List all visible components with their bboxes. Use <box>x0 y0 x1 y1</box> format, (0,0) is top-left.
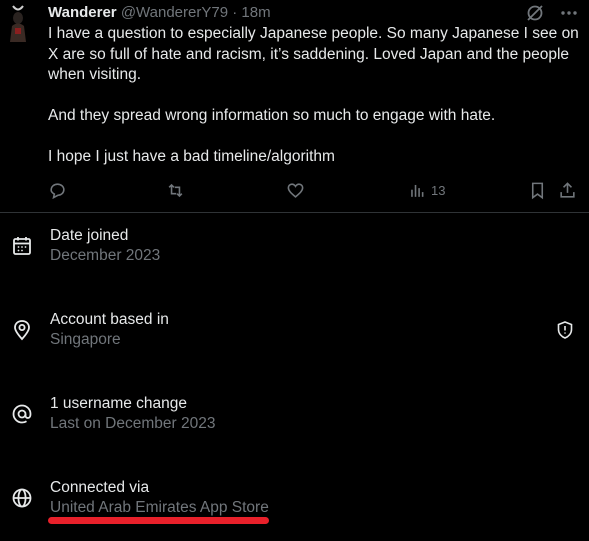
highlight-underline <box>48 517 269 524</box>
post[interactable]: Wanderer @WandererY79 · 18m I have a que… <box>0 0 589 212</box>
connected-via-label: Connected via <box>50 479 150 496</box>
post-paragraph: I have a question to especially Japanese… <box>48 25 579 83</box>
repost-icon <box>168 183 183 197</box>
post-text: I have a question to especially Japanese… <box>48 24 580 188</box>
post-header: Wanderer @WandererY79 · 18m <box>48 3 529 23</box>
grok-icon[interactable] <box>525 3 545 23</box>
date-joined-value: December 2023 <box>50 247 161 264</box>
views-icon <box>411 184 424 197</box>
like-button[interactable] <box>286 178 305 202</box>
divider <box>0 212 589 213</box>
account-based-in-label: Account based in <box>50 311 169 328</box>
post-header-icons <box>525 3 579 23</box>
bookmark-button[interactable] <box>528 178 547 202</box>
post-paragraph: I hope I just have a bad timeline/algori… <box>48 148 335 165</box>
repost-button[interactable] <box>166 178 185 202</box>
shield-alert-icon[interactable] <box>555 320 575 340</box>
username-change-label: 1 username change <box>50 395 188 412</box>
reply-icon <box>50 182 65 199</box>
reply-button[interactable] <box>48 178 67 202</box>
like-icon <box>287 182 304 198</box>
author-handle[interactable]: @WandererY79 <box>121 4 228 21</box>
views-button[interactable]: 13 <box>408 178 445 202</box>
views-count: 13 <box>431 182 446 198</box>
post-time[interactable]: 18m <box>241 4 270 21</box>
info-connected-via: Connected via United Arab Emirates App S… <box>0 477 589 537</box>
post-actions: 13 <box>40 178 585 202</box>
date-joined-label: Date joined <box>50 227 129 244</box>
connected-via-value: United Arab Emirates App Store <box>50 499 269 516</box>
share-button[interactable] <box>558 178 577 202</box>
globe-icon <box>10 486 34 510</box>
more-options-icon[interactable] <box>559 3 579 23</box>
username-change-value: Last on December 2023 <box>50 415 216 432</box>
info-date-joined: Date joined December 2023 <box>0 225 589 285</box>
post-paragraph: And they spread wrong information so muc… <box>48 107 496 124</box>
info-account-based-in: Account based in Singapore <box>0 309 589 369</box>
account-based-in-value: Singapore <box>50 331 121 348</box>
avatar[interactable] <box>6 4 30 44</box>
location-pin-icon <box>10 318 34 342</box>
at-sign-icon <box>10 402 34 426</box>
separator: · <box>232 4 238 21</box>
bookmark-icon <box>531 182 544 199</box>
calendar-icon <box>10 234 34 258</box>
author-name[interactable]: Wanderer <box>48 4 117 21</box>
info-username-change: 1 username change Last on December 2023 <box>0 393 589 453</box>
share-icon <box>560 181 575 198</box>
